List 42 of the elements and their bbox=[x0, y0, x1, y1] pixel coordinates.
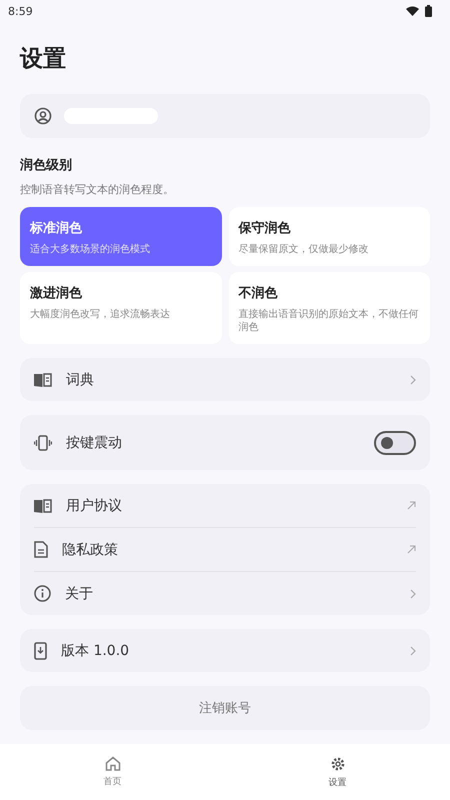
settings-icon bbox=[330, 756, 346, 772]
chevron-right-icon bbox=[410, 588, 416, 598]
setting-label[interactable]: 隐私政策 bbox=[62, 540, 393, 558]
option-description: 适合大多数场景的润色模式 bbox=[30, 243, 151, 256]
setting-label[interactable]: 词典 bbox=[66, 370, 396, 388]
book-icon bbox=[34, 498, 52, 512]
status-time: 8:59 bbox=[8, 4, 33, 18]
polish-option[interactable]: 激进润色 大幅度润色改写，追求流畅表达 bbox=[20, 272, 222, 344]
nav-tab[interactable]: 设置 bbox=[225, 744, 450, 800]
section-title: 润色级别 bbox=[20, 156, 73, 174]
section-subtitle: 控制语音转写文本的润色程度。 bbox=[20, 182, 175, 197]
logout-button[interactable]: 注销账号 bbox=[20, 686, 430, 730]
wifi-icon bbox=[406, 6, 419, 16]
nav-tab[interactable]: 首页 bbox=[0, 744, 225, 800]
polish-option[interactable]: 不润色 直接输出语音识别的原始文本，不做任何润色 bbox=[228, 272, 430, 344]
polish-option[interactable]: 保守润色 尽量保留原文，仅做最少修改 bbox=[228, 207, 430, 266]
chevron-right-icon bbox=[410, 646, 416, 656]
setting-label[interactable]: 用户协议 bbox=[66, 496, 393, 514]
page-title: 设置 bbox=[20, 45, 67, 74]
option-label: 标准润色 bbox=[30, 220, 83, 237]
document-icon bbox=[34, 541, 48, 558]
home-icon bbox=[104, 756, 120, 771]
setting-label[interactable]: 版本 1.0.0 bbox=[61, 642, 396, 660]
vibrate-icon bbox=[34, 434, 52, 450]
user-icon bbox=[34, 107, 52, 125]
setting-label[interactable]: 按键震动 bbox=[66, 434, 360, 452]
book-icon bbox=[34, 372, 52, 386]
info-icon bbox=[34, 585, 51, 602]
polish-option[interactable]: 标准润色 适合大多数场景的润色模式 bbox=[20, 207, 222, 266]
external-link-icon bbox=[407, 545, 416, 554]
chevron-right-icon bbox=[410, 374, 416, 384]
option-label: 不润色 bbox=[238, 284, 278, 302]
setting-label[interactable]: 关于 bbox=[65, 584, 396, 602]
option-label: 保守润色 bbox=[238, 220, 292, 237]
toggle-switch[interactable] bbox=[374, 430, 416, 454]
option-label: 激进润色 bbox=[30, 284, 83, 302]
phone-download-icon bbox=[34, 642, 47, 660]
option-description: 尽量保留原文，仅做最少修改 bbox=[238, 243, 370, 256]
external-link-icon bbox=[407, 501, 416, 510]
option-description: 大幅度润色改写，追求流畅表达 bbox=[30, 308, 171, 321]
option-description: 直接输出语音识别的原始文本，不做任何润色 bbox=[238, 308, 420, 334]
battery-icon bbox=[425, 5, 432, 17]
